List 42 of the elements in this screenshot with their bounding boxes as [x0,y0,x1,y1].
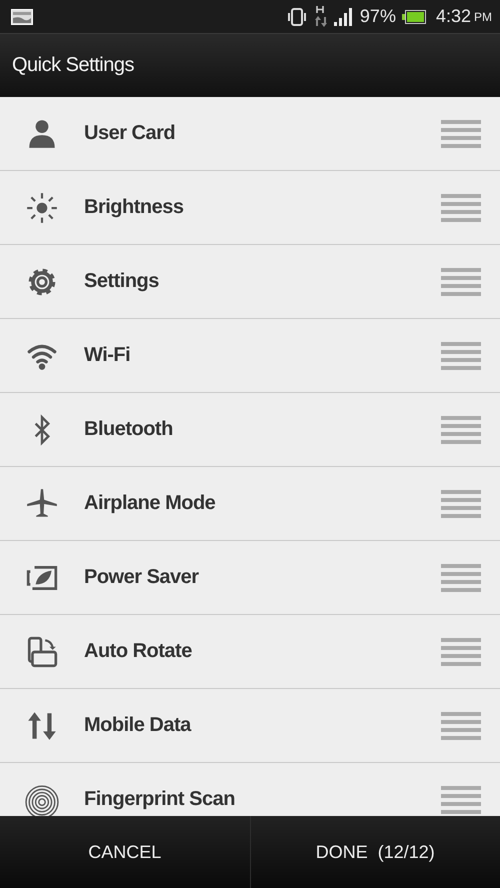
clock-time: 4:32 [436,6,471,27]
vibrate-icon [286,8,308,26]
drag-handle-icon[interactable] [441,564,481,592]
drag-handle-icon[interactable] [441,712,481,740]
signal-icon [334,8,354,26]
settings-item[interactable]: Auto Rotate [0,615,500,689]
screen-title: Quick Settings [12,54,134,77]
drag-handle-icon[interactable] [441,490,481,518]
rotate-icon [25,634,59,668]
item-label: Settings [84,270,160,293]
item-label: Bluetooth [84,418,174,441]
settings-item[interactable]: Settings [0,245,500,319]
sun-icon [25,190,59,224]
settings-item[interactable]: Mobile Data [0,689,500,763]
settings-item[interactable]: Brightness [0,171,500,245]
drag-handle-icon[interactable] [441,268,481,296]
footer-button[interactable]: CANCEL [0,816,250,888]
item-label: Brightness [84,196,184,219]
item-label: User Card [84,122,176,145]
drag-handle-icon[interactable] [441,638,481,666]
settings-item[interactable]: Bluetooth [0,393,500,467]
data-arrows-icon [314,6,328,28]
drag-handle-icon[interactable] [441,194,481,222]
drag-handle-icon[interactable] [441,342,481,370]
battery-icon [402,10,426,24]
item-label: Mobile Data [84,714,192,737]
item-label: Airplane Mode [84,492,216,515]
item-label: Auto Rotate [84,640,193,663]
item-label: Power Saver [84,566,200,589]
settings-item[interactable]: User Card [0,97,500,171]
drag-handle-icon[interactable] [441,120,481,148]
drag-handle-icon[interactable] [441,416,481,444]
settings-item[interactable]: Wi-Fi [0,319,500,393]
battery-percent: 97% [360,6,396,27]
item-label: Wi-Fi [84,344,132,367]
settings-item[interactable]: Power Saver [0,541,500,615]
footer-button[interactable]: DONE (12/12) [250,816,500,888]
settings-item[interactable]: Airplane Mode [0,467,500,541]
drag-handle-icon[interactable] [441,786,481,814]
clock-meridiem: PM [474,10,492,24]
fingerprint-icon [25,782,59,816]
item-label: Fingerprint Scan [84,788,236,811]
